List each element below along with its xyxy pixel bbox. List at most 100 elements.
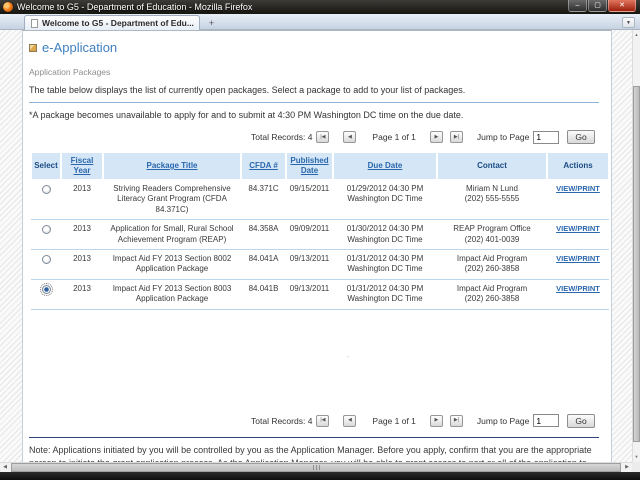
first-page-button[interactable]: |◀ <box>316 414 330 427</box>
page-indicator: Page 1 of 1 <box>372 415 416 426</box>
cfda-cell: 84.041B <box>241 280 286 310</box>
row-select-radio[interactable] <box>41 225 51 235</box>
divider-blue <box>29 102 599 103</box>
table-row: 2013 Striving Readers Comprehensive Lite… <box>31 180 609 221</box>
vertical-scroll-thumb[interactable] <box>633 86 640 442</box>
maximize-button[interactable]: ▢ <box>588 0 607 12</box>
fiscal-year-cell: 2013 <box>61 220 103 250</box>
page-icon <box>31 18 38 28</box>
firefox-icon <box>3 2 13 12</box>
previous-page-button[interactable]: ◀ <box>343 131 357 143</box>
row-select-radio[interactable] <box>41 254 51 264</box>
last-page-button[interactable]: ▶| <box>449 414 463 427</box>
published-date-cell: 09/13/2011 <box>286 280 333 310</box>
actions-cell: VIEW/PRINT <box>547 280 609 310</box>
cfda-cell: 84.358A <box>241 220 286 250</box>
pagination-top: Total Records: 4 |◀ ◀ Page 1 of 1 ▶ ▶| J… <box>251 130 601 144</box>
last-page-button[interactable]: ▶| <box>449 131 463 143</box>
total-records-label: Total Records: 4 <box>251 132 313 142</box>
close-button[interactable]: ✕ <box>608 0 636 12</box>
header-due-date[interactable]: Due Date <box>333 152 437 180</box>
stray-dash: - <box>347 351 350 361</box>
go-button[interactable]: Go <box>567 413 595 428</box>
header-published-date[interactable]: Published Date <box>286 152 333 180</box>
tab-welcome-g5[interactable]: Welcome to G5 - Department of Edu... <box>24 15 200 30</box>
select-cell <box>31 220 61 250</box>
tab-bar: Welcome to G5 - Department of Edu... + ▼ <box>0 14 640 30</box>
select-cell <box>31 250 61 280</box>
actions-cell: VIEW/PRINT <box>547 180 609 221</box>
fiscal-year-cell: 2013 <box>61 280 103 310</box>
contact-cell: Impact Aid Program (202) 260-3858 <box>437 250 547 280</box>
contact-cell: REAP Program Office (202) 401-0039 <box>437 220 547 250</box>
cfda-cell: 84.041A <box>241 250 286 280</box>
horizontal-scroll-thumb[interactable] <box>11 463 621 472</box>
tab-title: Welcome to G5 - Department of Edu... <box>42 18 194 28</box>
horizontal-scrollbar[interactable]: ◀ ▶ <box>0 462 632 472</box>
header-cfda[interactable]: CFDA # <box>241 152 286 180</box>
previous-page-button[interactable]: ◀ <box>343 414 357 427</box>
fiscal-year-cell: 2013 <box>61 250 103 280</box>
jump-to-page-input[interactable] <box>533 130 560 144</box>
scroll-right-icon[interactable]: ▶ <box>622 463 632 472</box>
vertical-scrollbar[interactable]: ▲ ▼ <box>632 30 640 462</box>
cfda-cell: 84.371C <box>241 180 286 221</box>
jump-to-page-label: Jump to Page <box>476 415 530 426</box>
package-title-cell: Application for Small, Rural School Achi… <box>103 220 241 250</box>
view-print-link[interactable]: VIEW/PRINT <box>556 284 600 293</box>
header-fiscal-year[interactable]: Fiscal Year <box>61 152 103 180</box>
e-application-icon <box>29 43 37 52</box>
scroll-up-icon[interactable]: ▲ <box>633 30 640 40</box>
row-select-radio[interactable] <box>41 185 51 194</box>
minimize-button[interactable]: – <box>568 0 587 12</box>
package-title-cell: Impact Aid FY 2013 Section 8002 Applicat… <box>103 250 241 280</box>
window-titlebar[interactable]: Welcome to G5 - Department of Education … <box>0 0 640 14</box>
view-print-link[interactable]: VIEW/PRINT <box>556 224 600 233</box>
divider-navy <box>29 436 599 438</box>
intro-text: The table below displays the list of cur… <box>29 85 466 95</box>
fiscal-year-cell: 2013 <box>61 180 103 221</box>
table-row: 2013 Impact Aid FY 2013 Section 8003 App… <box>31 280 609 310</box>
next-page-button[interactable]: ▶ <box>429 131 443 143</box>
view-print-link[interactable]: VIEW/PRINT <box>556 184 600 193</box>
due-date-cell: 01/31/2012 04:30 PM Washington DC Time <box>333 280 437 310</box>
contact-cell: Miriam N Lund (202) 555-5555 <box>437 180 547 221</box>
first-page-button[interactable]: |◀ <box>316 131 330 143</box>
pagination-bottom: Total Records: 4 |◀ ◀ Page 1 of 1 ▶ ▶| J… <box>251 413 601 428</box>
page-header: e-Application <box>29 40 601 55</box>
page-indicator: Page 1 of 1 <box>372 132 416 142</box>
contact-cell: Impact Aid Program (202) 260-3858 <box>437 280 547 310</box>
list-all-tabs-button[interactable]: ▼ <box>622 17 635 28</box>
scroll-down-icon[interactable]: ▼ <box>633 452 640 462</box>
published-date-cell: 09/09/2011 <box>286 220 333 250</box>
table-row: 2013 Application for Small, Rural School… <box>31 220 609 250</box>
go-button[interactable]: Go <box>567 130 595 144</box>
page-content: e-Application Application Packages The t… <box>22 30 612 480</box>
view-print-link[interactable]: VIEW/PRINT <box>556 254 600 263</box>
header-contact: Contact <box>437 152 547 180</box>
window-controls: – ▢ ✕ <box>567 0 636 12</box>
header-select: Select <box>31 152 61 180</box>
due-date-cell: 01/31/2012 04:30 PM Washington DC Time <box>333 250 437 280</box>
scroll-left-icon[interactable]: ◀ <box>0 463 10 472</box>
content-spacer: - <box>29 310 601 404</box>
actions-cell: VIEW/PRINT <box>547 250 609 280</box>
new-tab-button[interactable]: + <box>204 17 219 28</box>
firefox-window: Welcome to G5 - Department of Education … <box>0 0 640 480</box>
package-title-cell: Impact Aid FY 2013 Section 8003 Applicat… <box>103 280 241 310</box>
header-package-title[interactable]: Package Title <box>103 152 241 180</box>
published-date-cell: 09/15/2011 <box>286 180 333 221</box>
package-title-cell: Striving Readers Comprehensive Literacy … <box>103 180 241 221</box>
row-select-radio[interactable] <box>39 282 53 296</box>
due-date-cell: 01/30/2012 04:30 PM Washington DC Time <box>333 220 437 250</box>
total-records-label: Total Records: 4 <box>251 415 313 426</box>
jump-to-page-input[interactable] <box>533 414 560 428</box>
select-cell <box>31 280 61 310</box>
published-date-cell: 09/13/2011 <box>286 250 333 280</box>
next-page-button[interactable]: ▶ <box>429 414 443 427</box>
packages-table: Select Fiscal Year Package Title CFDA # … <box>31 152 609 310</box>
header-actions: Actions <box>547 152 609 180</box>
browser-viewport: e-Application Application Packages The t… <box>0 30 640 480</box>
due-date-cell: 01/29/2012 04:30 PM Washington DC Time <box>333 180 437 221</box>
availability-note: *A package becomes unavailable to apply … <box>29 110 464 120</box>
